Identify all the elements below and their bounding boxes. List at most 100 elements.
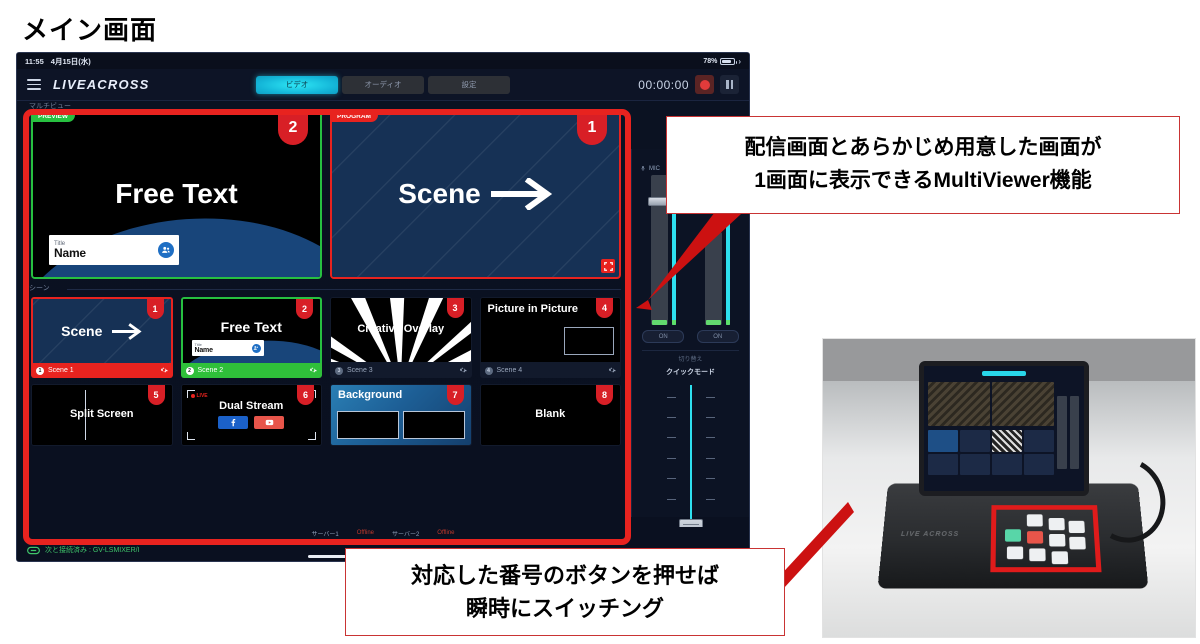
callout-top-line-1: 配信画面とあらかじめ用意した画面が [744, 136, 1102, 160]
photo-tablet-faders [1057, 396, 1079, 469]
screenshot-root: メイン画面 11:55 4月15日(水) 78% › LIVEACROSS ビデ… [0, 0, 1200, 644]
app-tab-bar: ビデオ オーディオ 設定 [256, 75, 510, 94]
scene-cell-6[interactable]: LIVE Dual Stream 6 [180, 384, 322, 446]
app-top-bar: LIVEACROSS ビデオ オーディオ 設定 00:00:00 [17, 69, 749, 101]
tab-audio[interactable]: オーディオ [342, 75, 424, 94]
program-monitor[interactable]: Scene PROGRAM 1 [330, 109, 621, 279]
scene-4-state-dot: 4 [484, 366, 493, 375]
preview-artwork: Free Text Title Name [33, 111, 320, 277]
photo-tablet [919, 361, 1089, 496]
tab-video[interactable]: ビデオ [256, 75, 338, 94]
scene-grid-row-2: Split Screen 5 LIVE Dual Stream 6 Backgr… [31, 384, 621, 446]
scene-2-label-bar: 2 Scene 2 [180, 363, 322, 378]
scene-4-label-bar: 4 Scene 4 [479, 363, 621, 378]
background-source-boxes [337, 411, 465, 439]
server-2-name: サーバー2 [392, 531, 420, 538]
page-title: メイン画面 [22, 15, 158, 45]
callout-bottom-line-2: 瞬時にスイッチング [465, 596, 664, 621]
program-tag: PROGRAM [332, 111, 378, 122]
microphone-icon [641, 166, 645, 171]
scene-3-label: Scene 3 [347, 367, 373, 374]
live-dot-icon [190, 394, 195, 398]
gear-icon[interactable] [309, 366, 317, 376]
scene-1-state-dot: 1 [36, 366, 44, 375]
preview-tag: PREVIEW [33, 111, 75, 122]
scene-7-number-badge: 7 [446, 385, 464, 405]
scene-cell-1[interactable]: Scene 1 1 Scene 1 [31, 297, 173, 378]
arrow-right-icon [490, 178, 552, 210]
channel-on-buttons: ON ON [636, 330, 745, 343]
lower-third-name: Name [54, 246, 86, 260]
scene-8-thumbnail: Blank 8 [479, 384, 621, 446]
scene-cell-3[interactable]: Creative Overlay 3 3 Scene 3 [330, 297, 472, 378]
server-1-name: サーバー1 [311, 531, 339, 538]
scene-6-title: Dual Stream [219, 399, 284, 412]
timecode-display: 00:00:00 [638, 77, 689, 92]
scene-cell-8[interactable]: Blank 8 [479, 384, 621, 446]
scene-cell-2[interactable]: Free Text Title Name 2 2 Scene 2 [180, 297, 322, 378]
scene-1-label: Scene 1 [48, 367, 74, 374]
scene-3-number-badge: 3 [446, 298, 464, 318]
chevron-right-icon: › [738, 56, 741, 66]
pause-icon [726, 80, 729, 89]
record-dot-icon [699, 79, 710, 90]
scene-7-thumbnail: Background 7 [330, 384, 472, 446]
preview-monitor[interactable]: Free Text Title Name PREVIEW 2 [31, 109, 322, 279]
live-badge-text: LIVE [196, 393, 208, 399]
program-artwork: Scene [332, 111, 619, 277]
scene-5-number-badge: 5 [147, 385, 165, 405]
callout-bottom-line-1: 対応した番号のボタンを押せば [410, 563, 719, 588]
scene-3-thumbnail: Creative Overlay 3 [330, 297, 472, 363]
gear-icon[interactable] [459, 366, 467, 376]
scene-1-title: Scene [61, 323, 103, 339]
scene-8-title: Blank [535, 408, 566, 421]
server-2-state: Offline [437, 530, 455, 536]
scene-grid: Scene 1 1 Scene 1 Free Text Title Name 2… [31, 297, 621, 452]
channel-1-on-button[interactable]: ON [642, 330, 685, 343]
link-icon [27, 546, 40, 555]
gear-icon[interactable] [608, 366, 616, 376]
tab-settings[interactable]: 設定 [428, 75, 510, 94]
photo-device-logo: LIVE ACROSS [900, 531, 960, 538]
scene-2-state-dot: 2 [185, 366, 194, 375]
scene-cell-5[interactable]: Split Screen 5 [31, 384, 173, 446]
scene-2-title: Free Text [220, 319, 282, 335]
scene-2-label: Scene 2 [197, 367, 224, 374]
scene-6-number-badge: 6 [297, 385, 314, 405]
battery-icon [720, 57, 738, 65]
scene-1-thumbnail: Scene 1 [31, 297, 173, 363]
preview-lower-third: Title Name [49, 235, 179, 265]
ios-status-bar: 11:55 4月15日(水) 78% › [17, 53, 749, 69]
person-group-icon [158, 242, 174, 258]
callout-multiviewer: 配信画面とあらかじめ用意した画面が 1画面に表示できるMultiViewer機能 [666, 116, 1180, 214]
scene-3-state-dot: 3 [335, 366, 343, 375]
pip-inset-box [564, 327, 614, 355]
photo-tablet-active-tab [982, 371, 1026, 376]
gear-icon[interactable] [160, 366, 168, 376]
record-button[interactable] [695, 75, 714, 94]
leader-line-top [636, 202, 754, 310]
scenes-divider [67, 289, 621, 290]
photo-tablet-multiviewer [928, 382, 1054, 426]
live-badge: LIVE [190, 393, 208, 399]
status-right-group: 78% › [703, 57, 741, 66]
scene-6-thumbnail: LIVE Dual Stream 6 [180, 384, 322, 446]
scene-2-lower-name: Name [194, 346, 213, 354]
mic-label: MIC [649, 165, 660, 172]
app-brand-logo: LIVEACROSS [53, 77, 150, 92]
person-group-icon [251, 343, 261, 353]
callout-switching: 対応した番号のボタンを押せば 瞬時にスイッチング [345, 548, 785, 636]
scene-4-label: Scene 4 [496, 367, 523, 374]
status-time: 11:55 [25, 56, 44, 66]
photo-button-pad-highlight [990, 505, 1102, 573]
battery-percent: 78% [703, 57, 718, 65]
scene-cell-7[interactable]: Background 7 [330, 384, 472, 446]
scene-3-title: Creative Overlay [357, 323, 445, 336]
server-status-bar: サーバー1 Offline サーバー2 Offline [17, 527, 749, 539]
scene-grid-row-1: Scene 1 1 Scene 1 Free Text Title Name 2… [31, 297, 621, 378]
pause-button[interactable] [720, 75, 739, 94]
hamburger-icon[interactable] [27, 79, 41, 90]
scene-2-thumbnail: Free Text Title Name 2 [180, 297, 322, 363]
server-1-state: Offline [356, 530, 374, 536]
channel-2-on-button[interactable]: ON [696, 330, 739, 343]
